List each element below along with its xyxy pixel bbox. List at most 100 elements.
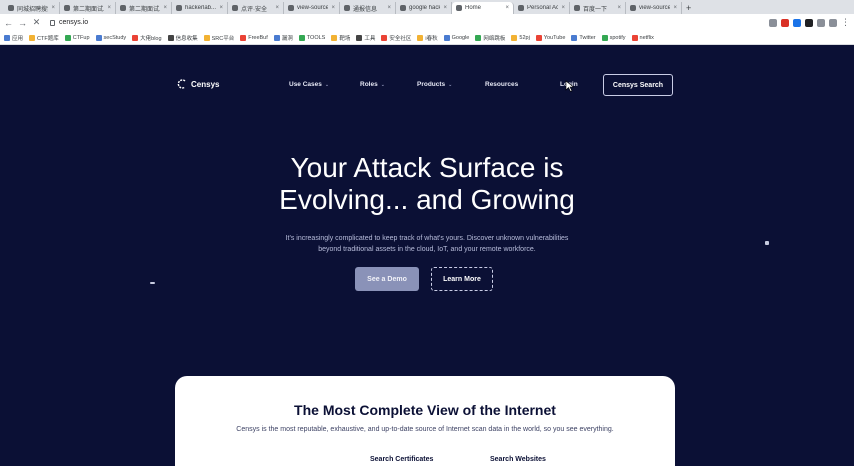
browser-tab[interactable]: Home × bbox=[452, 2, 514, 14]
tab-close-icon[interactable]: × bbox=[673, 5, 677, 11]
bookmark-favicon-icon bbox=[356, 34, 363, 41]
browser-tab[interactable]: 点评·安全 × bbox=[228, 2, 284, 14]
search-websites-link[interactable]: Search Websites bbox=[490, 456, 546, 463]
bookmark-item[interactable]: 工具 bbox=[356, 34, 375, 42]
bookmark-item[interactable]: CTF题库 bbox=[29, 34, 59, 42]
bookmark-item[interactable]: TOOLS bbox=[298, 34, 325, 41]
nav-products-label: Products bbox=[417, 81, 446, 88]
tab-label: 百度一下 bbox=[583, 6, 608, 13]
learn-more-label: Learn More bbox=[443, 275, 481, 283]
close-icon[interactable]: ✕ bbox=[32, 17, 41, 28]
bookmark-label: FreeBuf bbox=[248, 34, 268, 41]
url-field[interactable]: censys.io bbox=[50, 17, 764, 29]
bookmark-item[interactable]: SRC平台 bbox=[203, 34, 234, 42]
nav-roles-label: Roles bbox=[360, 81, 378, 88]
tab-close-icon[interactable]: × bbox=[617, 5, 621, 11]
learn-more-button[interactable]: Learn More bbox=[431, 267, 493, 291]
bookmark-label: 漏洞 bbox=[281, 35, 293, 42]
browser-tab[interactable]: hackerlab... × bbox=[172, 2, 228, 14]
address-bar-row: ← → ✕ censys.io ⋮ bbox=[0, 14, 854, 31]
bookmark-favicon-icon bbox=[132, 34, 139, 41]
tab-label: 同城招聘搜索 bbox=[17, 6, 48, 13]
tab-close-icon[interactable]: × bbox=[163, 5, 167, 11]
bookmark-item[interactable]: i春秋 bbox=[417, 34, 438, 42]
bookmark-favicon-icon bbox=[331, 34, 338, 41]
hero-title: Your Attack Surface is Evolving... and G… bbox=[0, 152, 854, 216]
see-a-demo-button[interactable]: See a Demo bbox=[355, 267, 419, 291]
browser-tab[interactable]: 通报信息 × bbox=[340, 2, 396, 14]
profile-avatar-icon[interactable] bbox=[829, 18, 837, 27]
bookmark-item[interactable]: CTFup bbox=[64, 34, 90, 41]
browser-tab[interactable]: 第二期面试...× bbox=[116, 2, 172, 14]
bookmark-label: CTF题库 bbox=[37, 35, 59, 42]
tab-favicon-icon bbox=[64, 5, 70, 11]
browser-tab[interactable]: google hack × bbox=[396, 2, 452, 14]
bookmark-item[interactable]: Twitter bbox=[571, 34, 596, 41]
browser-tab[interactable]: 第二期面试...× bbox=[60, 2, 116, 14]
bookmark-item[interactable]: Google bbox=[443, 34, 469, 41]
forward-icon[interactable]: → bbox=[18, 18, 27, 28]
bookmark-item[interactable]: 网络跳板 bbox=[475, 34, 505, 42]
tab-close-icon[interactable]: × bbox=[219, 5, 223, 11]
bookmark-item[interactable]: netflix bbox=[631, 34, 654, 41]
bookmark-item[interactable]: 应用 bbox=[4, 34, 23, 42]
bookmark-item[interactable]: 漏洞 bbox=[273, 34, 293, 42]
lock-icon bbox=[50, 19, 55, 26]
bookmark-label: Twitter bbox=[579, 34, 596, 41]
tab-favicon-icon bbox=[232, 5, 238, 11]
decorative-dot bbox=[150, 282, 155, 284]
censys-search-button[interactable]: Censys Search bbox=[603, 74, 673, 96]
tab-close-icon[interactable]: × bbox=[443, 5, 447, 11]
browser-tab[interactable]: 同城招聘搜索× bbox=[4, 2, 60, 14]
bookmark-item[interactable]: 靶场 bbox=[331, 34, 350, 42]
browser-tab[interactable]: view-source × bbox=[626, 2, 682, 14]
extension-icon[interactable] bbox=[793, 18, 801, 27]
tab-close-icon[interactable]: × bbox=[331, 5, 335, 11]
bookmark-item[interactable]: 安全社区 bbox=[381, 34, 411, 42]
tab-favicon-icon bbox=[456, 5, 462, 11]
browser-tab[interactable]: view-source × bbox=[284, 2, 340, 14]
browser-tab[interactable]: Personal Acc× bbox=[514, 2, 570, 14]
bookmark-favicon-icon bbox=[298, 34, 305, 41]
extension-icon[interactable] bbox=[805, 18, 813, 27]
bookmark-label: 靶场 bbox=[339, 35, 351, 42]
tab-close-icon[interactable]: × bbox=[561, 5, 565, 11]
extension-icon[interactable] bbox=[769, 18, 777, 27]
bookmark-item[interactable]: 信息收集 bbox=[167, 34, 198, 42]
tab-close-icon[interactable]: × bbox=[51, 5, 55, 11]
extension-icon[interactable] bbox=[781, 18, 789, 27]
nav-roles[interactable]: Roles ⌄ bbox=[360, 81, 385, 88]
bookmark-item[interactable]: FreeBuf bbox=[240, 34, 268, 41]
nav-resources[interactable]: Resources bbox=[485, 81, 518, 88]
nav-products[interactable]: Products ⌄ bbox=[417, 81, 452, 88]
new-tab-button[interactable]: + bbox=[682, 2, 695, 14]
nav-use-cases[interactable]: Use Cases ⌄ bbox=[289, 81, 329, 88]
bookmark-item[interactable]: secStudy bbox=[95, 34, 127, 41]
tab-label: 通报信息 bbox=[353, 6, 378, 13]
tab-close-icon[interactable]: × bbox=[387, 5, 391, 11]
bookmark-favicon-icon bbox=[443, 34, 450, 41]
extension-icon[interactable] bbox=[817, 18, 825, 27]
bookmark-item[interactable]: spotify bbox=[601, 34, 626, 41]
censys-logo[interactable]: Censys bbox=[177, 79, 219, 89]
back-icon[interactable]: ← bbox=[4, 18, 13, 28]
tab-favicon-icon bbox=[630, 5, 636, 11]
bookmark-item[interactable]: 大佬blog bbox=[132, 34, 162, 42]
bookmark-label: spotify bbox=[609, 34, 626, 41]
tab-favicon-icon bbox=[518, 5, 524, 11]
search-certificates-link[interactable]: Search Certificates bbox=[370, 456, 433, 463]
tab-close-icon[interactable]: × bbox=[275, 5, 279, 11]
bookmark-favicon-icon bbox=[167, 34, 174, 41]
menu-dots-icon[interactable]: ⋮ bbox=[841, 17, 850, 28]
tab-close-icon[interactable]: × bbox=[107, 5, 111, 11]
hero-subtitle: It's increasingly complicated to keep tr… bbox=[250, 233, 604, 255]
bookmark-label: secStudy bbox=[103, 34, 127, 41]
bookmark-favicon-icon bbox=[203, 34, 210, 41]
bookmark-favicon-icon bbox=[381, 34, 388, 41]
browser-tab[interactable]: 百度一下 × bbox=[570, 2, 626, 14]
tab-close-icon[interactable]: × bbox=[505, 5, 509, 11]
bookmark-label: netflix bbox=[639, 34, 654, 41]
browser-tab-bar: 同城招聘搜索×第二期面试...×第二期面试...×hackerlab...×点评… bbox=[0, 0, 854, 14]
bookmark-item[interactable]: 52pj bbox=[511, 34, 530, 41]
bookmark-item[interactable]: YouTube bbox=[535, 34, 565, 41]
